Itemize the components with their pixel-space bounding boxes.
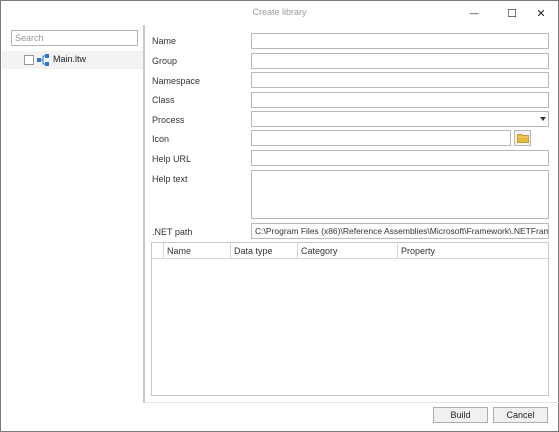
build-button[interactable]: Build: [433, 407, 488, 423]
column-header-name[interactable]: Name: [164, 243, 231, 259]
icon-field[interactable]: [251, 130, 511, 146]
help-url-field[interactable]: [251, 150, 549, 166]
grid-header: Name Data type Category Property: [152, 243, 548, 259]
name-field[interactable]: [251, 33, 549, 49]
process-select[interactable]: [251, 111, 549, 127]
tree-item-main[interactable]: Main.ltw: [2, 51, 143, 69]
search-input[interactable]: [11, 30, 138, 46]
chevron-down-icon: [540, 117, 546, 121]
footer-divider: [144, 402, 559, 403]
library-tree-pane: [2, 25, 143, 403]
flow-diagram-icon: [37, 54, 49, 66]
icon-label: Icon: [152, 134, 170, 144]
folder-icon: [516, 134, 529, 143]
properties-grid[interactable]: Name Data type Category Property: [151, 242, 549, 396]
help-url-label: Help URL: [152, 154, 192, 164]
help-text-label: Help text: [152, 174, 188, 184]
minimize-button[interactable]: —: [457, 1, 491, 25]
tree-item-checkbox[interactable]: [24, 55, 34, 65]
title-bar: Create library — ☐ ✕: [1, 1, 558, 25]
net-path-field[interactable]: C:\Program Files (x86)\Reference Assembl…: [251, 223, 549, 239]
column-header-property[interactable]: Property: [398, 243, 548, 259]
cancel-button[interactable]: Cancel: [493, 407, 548, 423]
process-label: Process: [152, 115, 185, 125]
column-header-category[interactable]: Category: [298, 243, 398, 259]
name-label: Name: [152, 36, 177, 46]
close-icon: ✕: [536, 7, 546, 20]
column-header-data-type[interactable]: Data type: [231, 243, 298, 259]
group-label: Group: [152, 56, 178, 66]
help-text-field[interactable]: [251, 170, 549, 219]
maximize-icon: ☐: [507, 7, 517, 20]
create-library-dialog: Create library — ☐ ✕ Main.ltw Name Group…: [0, 0, 559, 432]
pane-splitter[interactable]: [143, 25, 145, 403]
minimize-icon: —: [469, 8, 479, 18]
class-field[interactable]: [251, 92, 549, 108]
grid-corner: [152, 243, 164, 259]
tree-item-label: Main.ltw: [53, 54, 87, 64]
net-path-label: .NET path: [152, 227, 193, 237]
namespace-field[interactable]: [251, 72, 549, 88]
browse-icon-button[interactable]: [514, 130, 531, 146]
class-label: Class: [152, 95, 175, 105]
namespace-label: Namespace: [152, 76, 201, 86]
close-button[interactable]: ✕: [524, 1, 558, 25]
group-field[interactable]: [251, 53, 549, 69]
